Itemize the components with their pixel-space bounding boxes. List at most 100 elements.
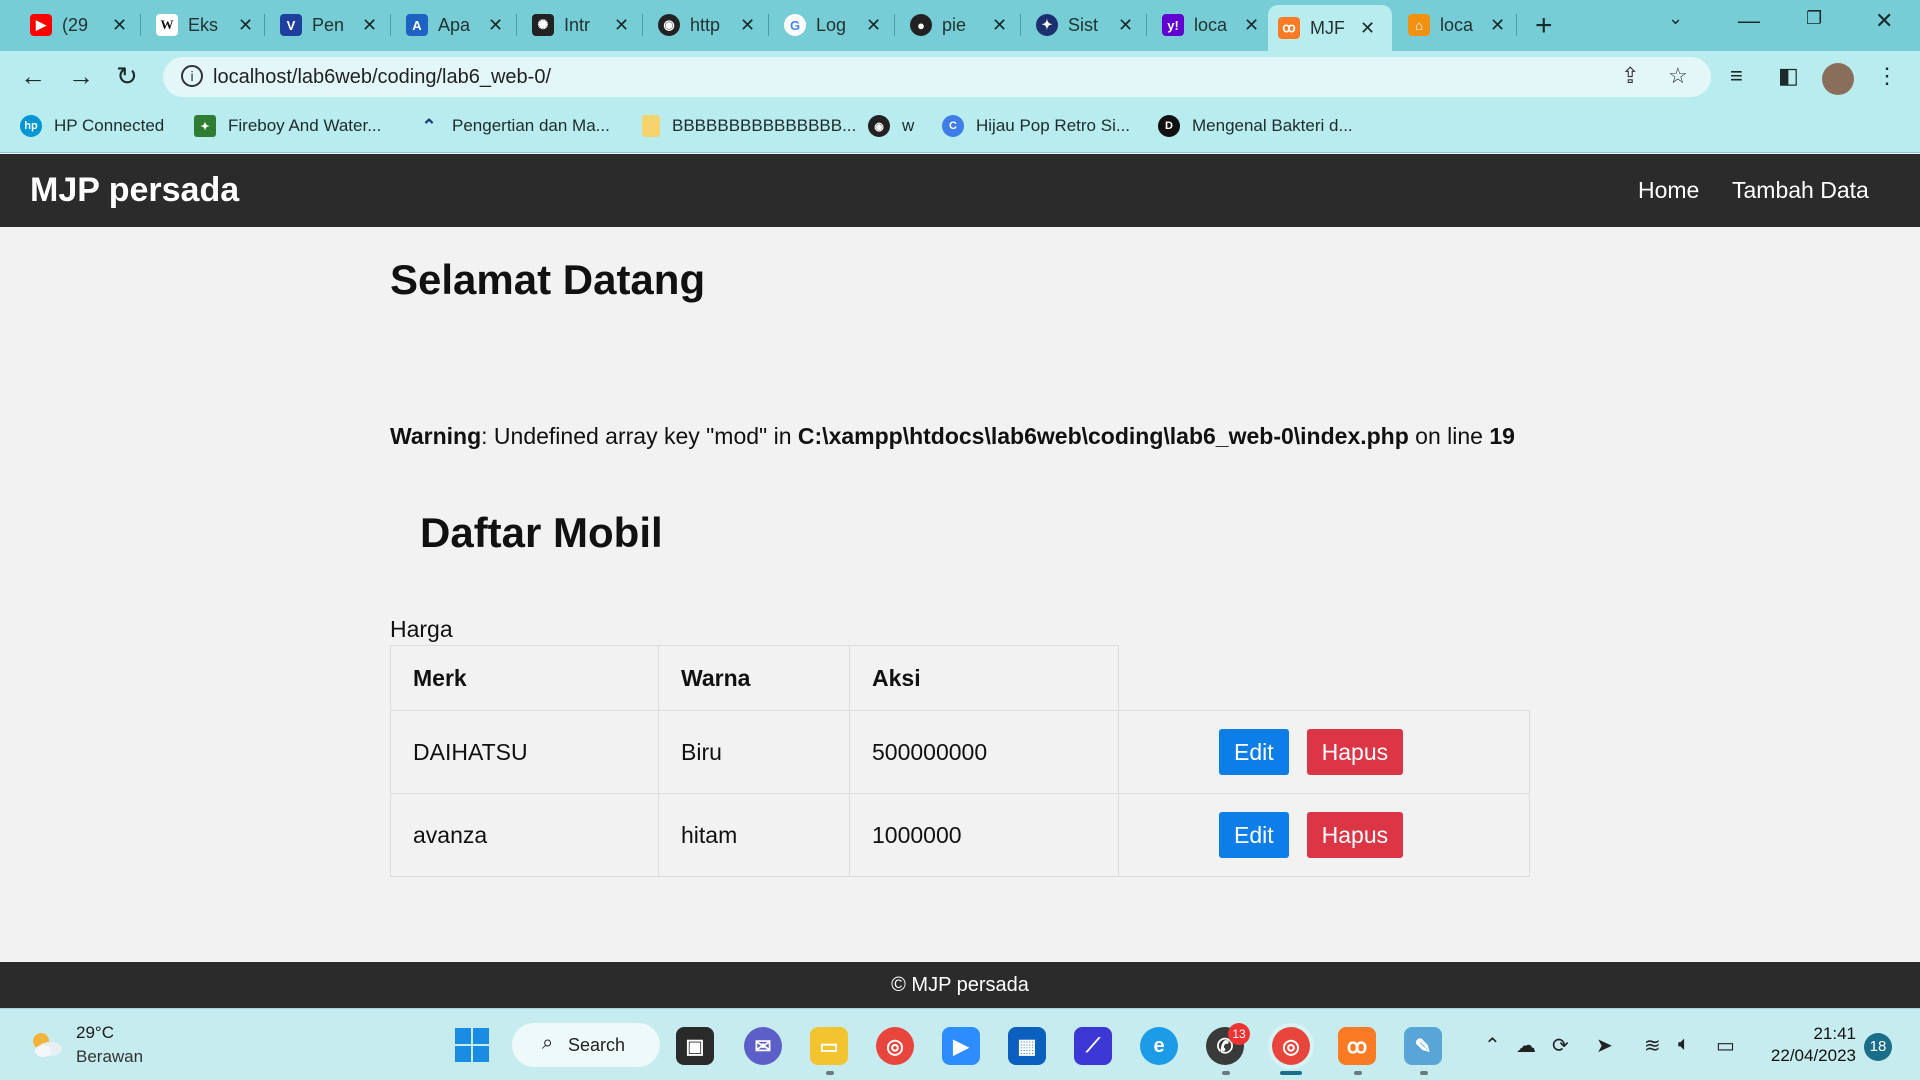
tab-close-icon[interactable]: ✕	[614, 15, 629, 36]
tab-close-icon[interactable]: ✕	[866, 15, 881, 36]
notification-badge[interactable]: 18	[1864, 1033, 1892, 1061]
browser-tab[interactable]: ◉ http ✕	[648, 7, 765, 43]
browser-tab[interactable]: ⌂ loca ✕	[1398, 7, 1515, 43]
forward-arrow-icon[interactable]: →	[68, 61, 94, 92]
taskbar-search-box[interactable]: ⌕ Search	[512, 1023, 660, 1067]
task-view-icon[interactable]: ▣	[676, 1027, 714, 1065]
browser-toolbar: ← → ↻ i localhost/lab6web/coding/lab6_we…	[0, 51, 1920, 103]
xampp-icon[interactable]: ꝏ	[1338, 1027, 1376, 1065]
vector-icon: V	[280, 14, 302, 36]
warning-on-line: on line	[1408, 423, 1490, 449]
tab-close-icon[interactable]: ✕	[1360, 18, 1375, 39]
cars-table: Merk Warna Aksi DAIHATSU Biru 500000000 …	[390, 645, 1530, 877]
bookmark-item[interactable]: ◉ w	[868, 115, 914, 137]
restore-icon[interactable]: ❐	[1806, 8, 1822, 29]
browser-tab[interactable]: ● pie ✕	[900, 7, 1017, 43]
bookmark-label: Pengertian dan Ma...	[452, 116, 610, 135]
bookmark-item[interactable]: ✦ Fireboy And Water...	[194, 115, 381, 137]
zoom-icon[interactable]: ▶	[942, 1027, 980, 1065]
tab-close-icon[interactable]: ✕	[1244, 15, 1259, 36]
warning-path: C:\xampp\htdocs\lab6web\coding\lab6_web-…	[797, 423, 1409, 449]
cell-harga: 1000000	[849, 793, 1119, 877]
tab-close-icon[interactable]: ✕	[992, 15, 1007, 36]
edit-button[interactable]: Edit	[1219, 729, 1289, 775]
tab-close-icon[interactable]: ✕	[112, 15, 127, 36]
tab-divider	[516, 14, 517, 36]
edit-button[interactable]: Edit	[1219, 812, 1289, 858]
tab-search-chevron-icon[interactable]: ⌄	[1668, 8, 1683, 29]
new-tab-plus-icon[interactable]: +	[1535, 9, 1553, 43]
site-info-icon[interactable]: i	[181, 65, 203, 87]
tab-divider	[642, 14, 643, 36]
tab-close-icon[interactable]: ✕	[488, 15, 503, 36]
browser-tab[interactable]: G Log ✕	[774, 7, 891, 43]
chat-icon[interactable]: ✉	[744, 1027, 782, 1065]
tray-chevron-up-icon[interactable]: ⌃	[1484, 1033, 1501, 1058]
youtube-icon: ▶	[30, 14, 52, 36]
profile-avatar[interactable]	[1822, 63, 1854, 95]
delete-button[interactable]: Hapus	[1306, 812, 1404, 858]
weather-description[interactable]: Berawan	[76, 1047, 143, 1067]
browser-tab[interactable]: ✺ Intr ✕	[522, 7, 639, 43]
reload-icon[interactable]: ↻	[116, 61, 138, 92]
weather-partly-cloudy-icon[interactable]	[28, 1029, 64, 1059]
table-row: DAIHATSU Biru 500000000 Edit Hapus	[390, 710, 1530, 794]
system-clock[interactable]: 21:41 22/04/2023	[1760, 1023, 1856, 1067]
hp-icon: hp	[20, 115, 42, 137]
reading-list-icon[interactable]: ≡	[1730, 63, 1743, 89]
weather-temperature[interactable]: 29°C	[76, 1023, 114, 1043]
running-indicator	[1354, 1071, 1362, 1075]
bookmark-item[interactable]: C Hijau Pop Retro Si...	[942, 115, 1130, 137]
tab-close-icon[interactable]: ✕	[1490, 15, 1505, 36]
address-bar[interactable]: i localhost/lab6web/coding/lab6_web-0/ ⇪…	[163, 57, 1711, 97]
browser-tab[interactable]: W Eks ✕	[146, 7, 263, 43]
tab-title: loca	[1194, 14, 1228, 35]
volume-icon[interactable]: 🔈︎	[1678, 1033, 1690, 1056]
tab-close-icon[interactable]: ✕	[1118, 15, 1133, 36]
store-icon[interactable]: ▦	[1008, 1027, 1046, 1065]
bookmark-item[interactable]: hp HP Connected	[20, 115, 164, 137]
tab-close-icon[interactable]: ✕	[362, 15, 377, 36]
canva-icon: C	[942, 115, 964, 137]
browser-tab[interactable]: V Pen ✕	[270, 7, 387, 43]
onedrive-error-icon[interactable]: ☁	[1516, 1033, 1536, 1058]
sync-icon[interactable]: ⟳	[1552, 1033, 1569, 1058]
file-explorer-icon[interactable]: ▭	[810, 1027, 848, 1065]
browser-tab[interactable]: ✦ Sist ✕	[1026, 7, 1143, 43]
bookmark-item[interactable]: D Mengenal Bakteri d...	[1158, 115, 1353, 137]
chrome-icon[interactable]: ◎	[876, 1027, 914, 1065]
minimize-icon[interactable]: —	[1738, 8, 1760, 34]
windows-start-icon[interactable]	[454, 1027, 490, 1063]
location-icon[interactable]: ➤	[1596, 1033, 1613, 1058]
edge-icon[interactable]: e	[1140, 1027, 1178, 1065]
tab-close-icon[interactable]: ✕	[740, 15, 755, 36]
tab-close-icon[interactable]: ✕	[238, 15, 253, 36]
bookmark-item[interactable]: ⌃ Pengertian dan Ma...	[418, 115, 610, 137]
tab-title: loca	[1440, 14, 1474, 35]
browser-menu-icon[interactable]: ⋮	[1876, 63, 1898, 89]
chrome-active-icon[interactable]: ◎	[1272, 1027, 1310, 1065]
search-icon: ⌕	[542, 1032, 554, 1054]
wifi-icon[interactable]: ≋	[1644, 1033, 1661, 1058]
delete-button[interactable]: Hapus	[1306, 729, 1404, 775]
bookmark-label: Fireboy And Water...	[228, 116, 382, 135]
close-window-icon[interactable]: ✕	[1875, 8, 1893, 34]
site-brand[interactable]: MJP persada	[30, 171, 239, 210]
bookmark-star-icon[interactable]: ☆	[1668, 63, 1688, 89]
browser-tab[interactable]: ▶ (29 ✕	[20, 7, 137, 43]
back-arrow-icon[interactable]: ←	[20, 61, 46, 92]
vs-code-icon[interactable]: ⟋	[1074, 1027, 1112, 1065]
bookmark-item[interactable]: BBBBBBBBBBBBBBB...	[642, 115, 856, 137]
url-text[interactable]: localhost/lab6web/coding/lab6_web-0/	[213, 66, 551, 89]
browser-tab[interactable]: A Apa ✕	[396, 7, 513, 43]
paint-icon[interactable]: ✎	[1404, 1027, 1442, 1065]
browser-tab-active[interactable]: ꝏ MJF ✕	[1268, 5, 1392, 51]
share-icon[interactable]: ⇪	[1621, 63, 1639, 89]
battery-icon[interactable]: ▭	[1716, 1033, 1735, 1058]
google-icon: G	[784, 14, 806, 36]
tab-title: MJF	[1310, 17, 1344, 38]
browser-tab[interactable]: y! loca ✕	[1152, 7, 1269, 43]
nav-add-data-link[interactable]: Tambah Data	[1732, 177, 1869, 204]
nav-home-link[interactable]: Home	[1638, 177, 1699, 204]
side-panel-icon[interactable]: ◧	[1778, 63, 1799, 89]
